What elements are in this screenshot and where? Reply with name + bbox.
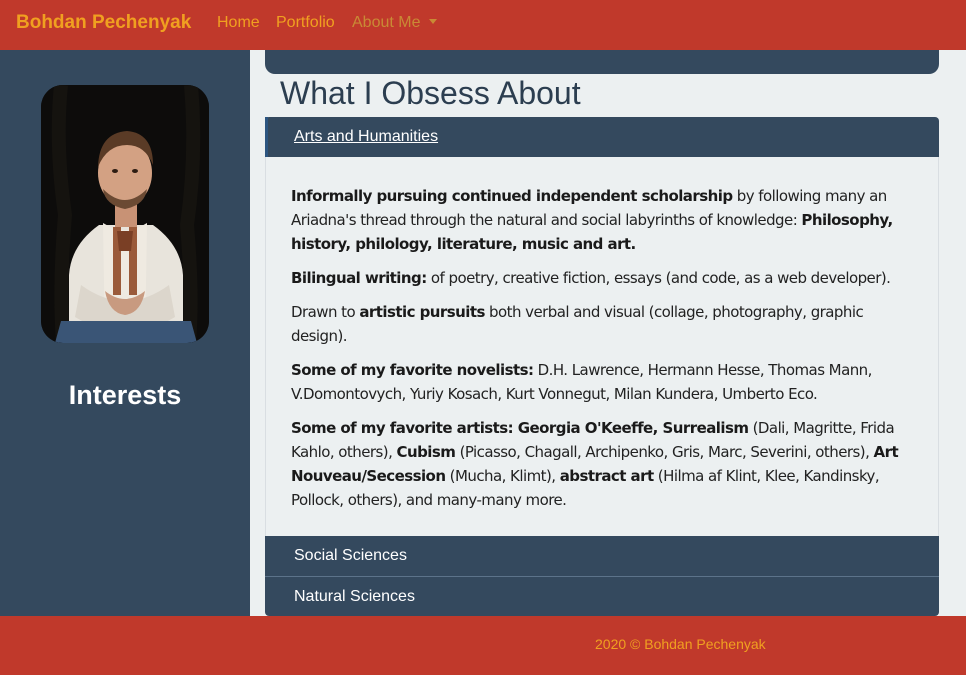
page-title: What I Obsess About	[280, 75, 581, 111]
footer-copyright: 2020 © Bohdan Pechenyak	[595, 636, 766, 652]
brand-link[interactable]: Bohdan Pechenyak	[16, 12, 191, 34]
accordion-header-social[interactable]: Social Sciences	[265, 536, 939, 576]
text-bold: abstract art	[559, 467, 654, 485]
accordion-header-natural[interactable]: Natural Sciences	[265, 576, 939, 616]
paragraph-artistic: Drawn to artistic pursuits both verbal a…	[291, 300, 913, 348]
text: of poetry, creative fiction, essays (and…	[426, 269, 891, 287]
text-bold: artistic pursuits	[359, 303, 485, 321]
nav-home-link[interactable]: Home	[217, 14, 260, 32]
text: Drawn to	[291, 303, 360, 321]
text: (Picasso, Chagall, Archipenko, Gris, Mar…	[455, 443, 874, 461]
interests-accordion: Arts and Humanities Informally pursuing …	[265, 117, 939, 616]
text-bold: Cubism	[396, 443, 456, 461]
accordion-header-social-label: Social Sciences	[294, 547, 407, 564]
sidebar-title: Interests	[68, 380, 182, 410]
accordion-header-arts[interactable]: Arts and Humanities	[265, 117, 939, 157]
paragraph-scholarship: Informally pursuing continued independen…	[291, 184, 913, 256]
footer: 2020 © Bohdan Pechenyak	[0, 616, 966, 675]
text-bold: Some of my favorite novelists:	[291, 361, 534, 379]
sidebar: Interests	[0, 50, 250, 616]
top-navbar: Bohdan Pechenyak Home Portfolio About Me	[0, 0, 966, 50]
text: (Mucha, Klimt),	[445, 467, 560, 485]
paragraph-artists: Some of my favorite artists: Georgia O'K…	[291, 416, 913, 512]
paragraph-writing: Bilingual writing: of poetry, creative f…	[291, 266, 913, 290]
accordion-header-natural-label: Natural Sciences	[294, 588, 415, 605]
chevron-down-icon	[429, 19, 438, 24]
profile-photo-illustration	[41, 85, 209, 343]
paragraph-novelists: Some of my favorite novelists: D.H. Lawr…	[291, 358, 913, 406]
nav-portfolio-link[interactable]: Portfolio	[276, 14, 335, 32]
text-bold: Informally pursuing continued independen…	[291, 187, 733, 205]
nav-about-dropdown[interactable]: About Me	[352, 14, 438, 32]
accordion-body-arts: Informally pursuing continued independen…	[265, 157, 939, 536]
accordion-header-arts-label: Arts and Humanities	[294, 128, 439, 145]
nav-about-label: About Me	[352, 14, 421, 31]
profile-photo	[41, 85, 209, 343]
text-bold: Some of my favorite artists: Georgia O'K…	[291, 419, 749, 437]
text-bold: Bilingual writing:	[291, 269, 427, 287]
main-content: What I Obsess About Arts and Humanities …	[250, 50, 966, 616]
top-strip	[265, 50, 939, 74]
